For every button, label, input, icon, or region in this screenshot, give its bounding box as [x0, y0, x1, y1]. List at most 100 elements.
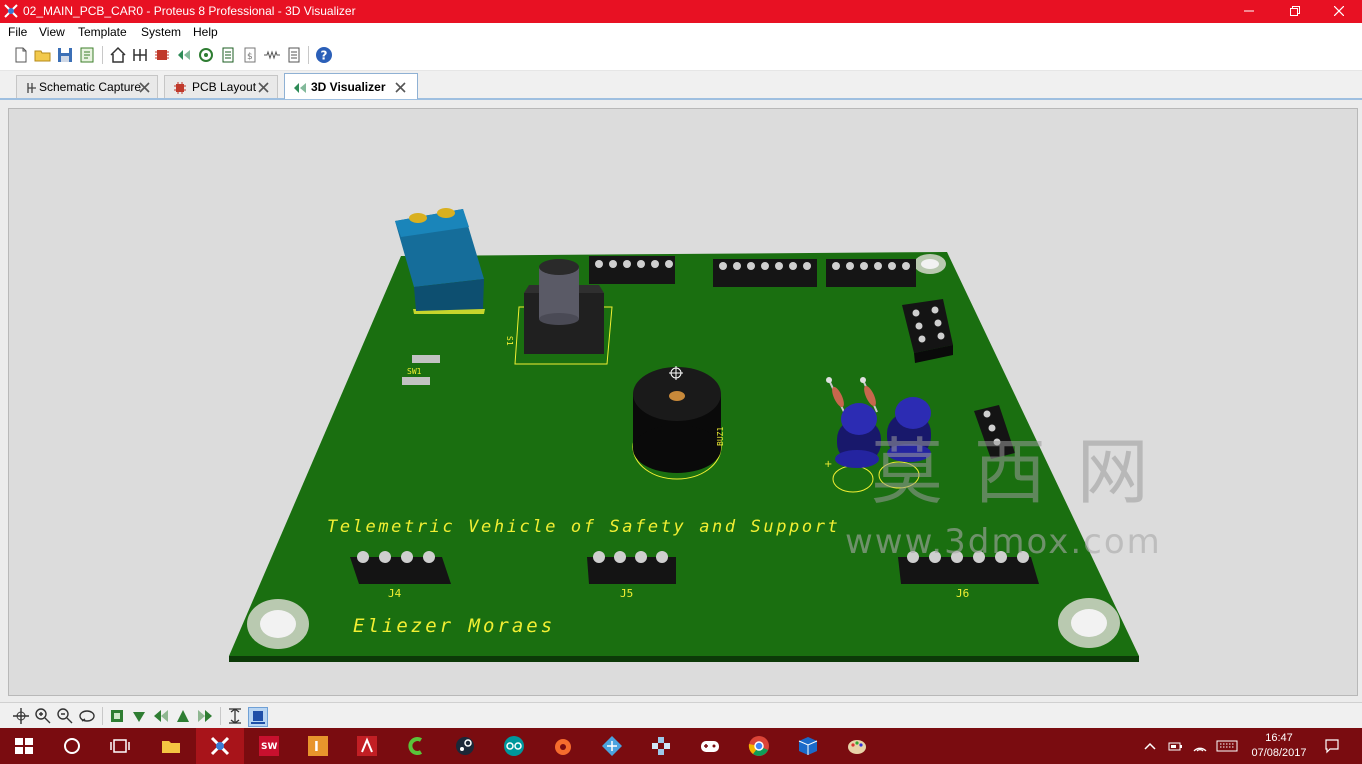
taskbar-app-solidworks[interactable]: SW — [245, 728, 293, 764]
3d-viewport[interactable]: S1 SW1 BUZ1 + J4 J5 J6 Telemetric Vehicl… — [8, 108, 1358, 696]
save-icon[interactable] — [55, 45, 75, 65]
open-folder-icon[interactable] — [33, 45, 53, 65]
view-controls-bar — [0, 702, 1362, 729]
taskbar-app-inventor[interactable]: I — [294, 728, 342, 764]
tab-strip: Schematic Capture PCB Layout 3D Visualiz… — [0, 71, 1362, 100]
label-j4: J4 — [388, 587, 402, 600]
menu-template[interactable]: Template — [78, 25, 127, 39]
taskbar-app-file-explorer[interactable] — [147, 728, 195, 764]
inventor-icon: I — [308, 736, 328, 756]
view-left-icon[interactable] — [152, 707, 170, 725]
tab-3d-visualizer[interactable]: 3D Visualizer — [284, 73, 418, 99]
solidworks-icon: SW — [259, 736, 279, 756]
svg-text:SW: SW — [261, 742, 277, 752]
proteus-icon — [210, 736, 230, 756]
design-notes-icon[interactable]: $ — [240, 45, 260, 65]
tab-schematic-capture[interactable]: Schematic Capture — [16, 75, 158, 98]
import-icon[interactable] — [77, 45, 97, 65]
svg-text:$: $ — [247, 52, 253, 62]
arduino-icon — [504, 736, 524, 756]
zoom-out-icon[interactable] — [56, 707, 74, 725]
restore-icon — [1290, 6, 1300, 16]
resistor-icon[interactable] — [262, 45, 282, 65]
taskbar-app-network[interactable] — [588, 728, 636, 764]
svg-text:?: ? — [321, 49, 328, 63]
height-icon[interactable] — [226, 707, 244, 725]
taskbar-app-origin[interactable] — [539, 728, 587, 764]
chevron-up-icon[interactable] — [1142, 738, 1158, 754]
proteus-app-icon — [4, 4, 18, 18]
watermark-cjk: 莫 西 网 — [871, 430, 1153, 514]
file-explorer-icon — [162, 741, 180, 753]
system-clock[interactable]: 16:47 07/08/2017 — [1244, 731, 1314, 761]
pan-icon[interactable] — [12, 707, 30, 725]
search-button[interactable] — [48, 728, 96, 764]
home-icon[interactable] — [108, 45, 128, 65]
menu-view[interactable]: View — [39, 25, 65, 39]
menu-system[interactable]: System — [141, 25, 181, 39]
tab-label: PCB Layout — [192, 80, 257, 94]
steam-icon — [456, 737, 474, 755]
bluetooth-icon — [652, 737, 670, 755]
toggle-components-icon[interactable] — [248, 707, 268, 727]
document-icon[interactable] — [284, 45, 304, 65]
new-file-icon[interactable] — [11, 45, 31, 65]
tab-label: 3D Visualizer — [311, 80, 386, 94]
origin-icon — [555, 739, 571, 755]
taskbar-app-gamepad[interactable] — [686, 728, 734, 764]
zoom-in-icon[interactable] — [34, 707, 52, 725]
battery-icon[interactable] — [1167, 738, 1183, 754]
close-icon[interactable] — [138, 81, 151, 94]
schematic-icon[interactable] — [130, 45, 150, 65]
close-icon[interactable] — [257, 81, 270, 94]
search-icon — [64, 738, 80, 754]
mounting-hole — [914, 254, 946, 274]
view-front-icon[interactable] — [108, 707, 126, 725]
view-back-icon[interactable] — [174, 707, 192, 725]
minimize-button[interactable] — [1226, 0, 1272, 23]
view-top-icon[interactable] — [130, 707, 148, 725]
label-j5: J5 — [620, 587, 633, 600]
close-button[interactable] — [1316, 0, 1362, 23]
watermark-url: www.3dmox.com — [845, 522, 1162, 562]
paint-icon — [848, 740, 866, 754]
taskbar-app-chrome[interactable] — [735, 728, 783, 764]
taskbar-app-virtualbox[interactable] — [784, 728, 832, 764]
taskbar-app-autocad[interactable] — [343, 728, 391, 764]
3d-icon[interactable] — [174, 45, 194, 65]
help-icon[interactable]: ? — [314, 45, 334, 65]
toolbar-separator — [102, 707, 103, 725]
gerber-icon[interactable] — [196, 45, 216, 65]
close-icon[interactable] — [394, 81, 407, 94]
board-title-text: Telemetric Vehicle of Safety and Support — [327, 517, 840, 537]
toolbar-separator — [308, 46, 309, 64]
schematic-icon — [27, 83, 36, 93]
orbit-icon[interactable] — [78, 707, 96, 725]
taskbar-app-proteus[interactable] — [196, 728, 244, 764]
clock-date: 07/08/2017 — [1251, 747, 1307, 759]
close-icon — [1334, 6, 1344, 16]
view-right-icon[interactable] — [196, 707, 214, 725]
header-top-2 — [713, 259, 817, 287]
bom-icon[interactable] — [218, 45, 238, 65]
restore-button[interactable] — [1272, 0, 1318, 23]
toolbar-separator — [102, 46, 103, 64]
task-view-icon — [110, 739, 130, 753]
menu-help[interactable]: Help — [193, 25, 218, 39]
windows-taskbar: SW I 16:47 07/08/2017 — [0, 728, 1362, 764]
start-button[interactable] — [0, 728, 48, 764]
taskbar-app-paint[interactable] — [833, 728, 881, 764]
taskbar-app-steam[interactable] — [441, 728, 489, 764]
pcb-icon[interactable] — [152, 45, 172, 65]
taskbar-app-arduino[interactable] — [490, 728, 538, 764]
task-view-button[interactable] — [96, 728, 144, 764]
label-j6: J6 — [956, 587, 969, 600]
taskbar-app-camtasia[interactable] — [392, 728, 440, 764]
notification-icon[interactable] — [1324, 738, 1340, 754]
taskbar-app-bluetooth[interactable] — [637, 728, 685, 764]
menu-file[interactable]: File — [8, 25, 27, 39]
toolbar-separator — [220, 707, 221, 725]
keyboard-icon[interactable] — [1216, 738, 1238, 754]
tab-pcb-layout[interactable]: PCB Layout — [164, 75, 278, 98]
wifi-icon[interactable] — [1192, 738, 1208, 754]
